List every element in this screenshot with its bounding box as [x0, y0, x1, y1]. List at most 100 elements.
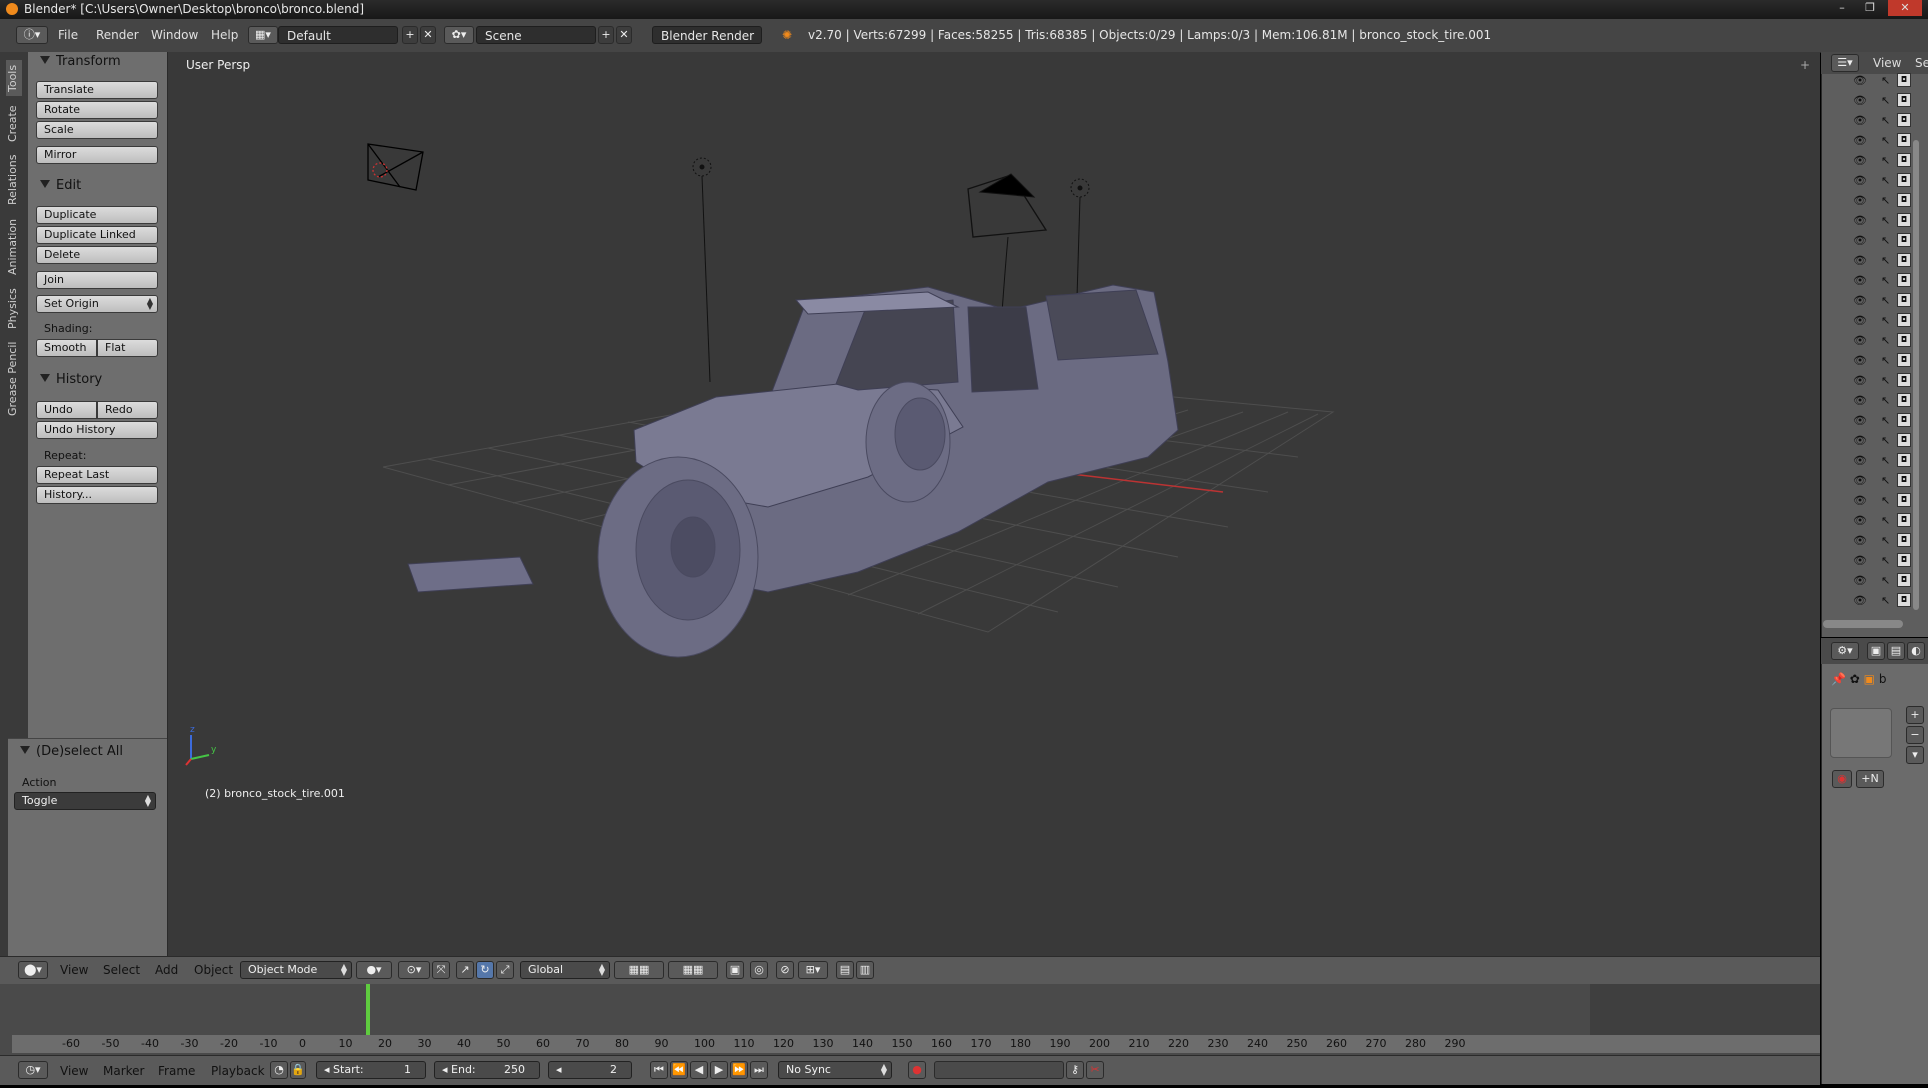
render-still-icon[interactable]: ▤	[836, 961, 854, 979]
menu-playback[interactable]: Playback	[211, 1064, 265, 1078]
render-camera-icon[interactable]: ◘	[1897, 333, 1911, 347]
render-camera-icon[interactable]: ◘	[1897, 513, 1911, 527]
remove-slot-icon[interactable]: −	[1906, 726, 1924, 744]
menu-view[interactable]: View	[60, 963, 88, 977]
tab-relations[interactable]: Relations	[6, 150, 22, 210]
visibility-eye-icon[interactable]: 👁	[1853, 374, 1867, 387]
select-cursor-icon[interactable]: ↖	[1881, 334, 1890, 347]
new-material-button[interactable]: +N	[1856, 770, 1884, 788]
material-preview[interactable]	[1830, 708, 1892, 758]
current-frame-line[interactable]	[366, 984, 370, 1036]
keying-set-field[interactable]	[934, 1061, 1064, 1079]
visibility-eye-icon[interactable]: 👁	[1853, 474, 1867, 487]
render-camera-icon[interactable]: ◘	[1897, 353, 1911, 367]
layout-field[interactable]: Default	[278, 26, 398, 44]
outliner-row[interactable]: 👁 ↖ ◘	[1843, 432, 1923, 452]
visibility-eye-icon[interactable]: 👁	[1853, 94, 1867, 107]
visibility-eye-icon[interactable]: 👁	[1853, 434, 1867, 447]
select-cursor-icon[interactable]: ↖	[1881, 314, 1890, 327]
outliner-row[interactable]: 👁 ↖ ◘	[1843, 372, 1923, 392]
scale-manipulator-icon[interactable]: ⤢	[496, 961, 514, 979]
lock-layers-icon[interactable]: ▣	[726, 961, 744, 979]
editor-type-properties-icon[interactable]: ⚙▾	[1831, 642, 1859, 660]
menu-view[interactable]: View	[60, 1064, 88, 1078]
rotate-button[interactable]: Rotate	[36, 101, 158, 119]
render-camera-icon[interactable]: ◘	[1897, 253, 1911, 267]
visibility-eye-icon[interactable]: 👁	[1853, 414, 1867, 427]
select-cursor-icon[interactable]: ↖	[1881, 174, 1890, 187]
delete-button[interactable]: Delete	[36, 246, 158, 264]
slot-specials-icon[interactable]: ▾	[1906, 746, 1924, 764]
select-cursor-icon[interactable]: ↖	[1881, 394, 1890, 407]
delete-keyframe-icon[interactable]: ✂	[1086, 1061, 1104, 1079]
add-slot-icon[interactable]: +	[1906, 706, 1924, 724]
select-cursor-icon[interactable]: ↖	[1881, 114, 1890, 127]
close-button[interactable]: ✕	[1888, 0, 1922, 16]
rotate-manipulator-icon[interactable]: ↻	[476, 961, 494, 979]
render-camera-icon[interactable]: ◘	[1897, 133, 1911, 147]
panel-header-edit[interactable]: Edit	[40, 178, 81, 193]
snap-toggle-icon[interactable]: ⊘	[776, 961, 794, 979]
select-cursor-icon[interactable]: ↖	[1881, 274, 1890, 287]
outliner-row[interactable]: 👁 ↖ ◘	[1843, 72, 1923, 92]
jump-start-icon[interactable]: ⏮	[650, 1061, 668, 1079]
menu-select[interactable]: Select	[103, 963, 140, 977]
render-camera-icon[interactable]: ◘	[1897, 433, 1911, 447]
outliner-row[interactable]: 👁 ↖ ◘	[1843, 492, 1923, 512]
pin-icon[interactable]: 📌	[1831, 672, 1846, 686]
outliner-row[interactable]: 👁 ↖ ◘	[1843, 552, 1923, 572]
render-camera-icon[interactable]: ◘	[1897, 573, 1911, 587]
outliner-row[interactable]: 👁 ↖ ◘	[1843, 352, 1923, 372]
visibility-eye-icon[interactable]: 👁	[1853, 154, 1867, 167]
panel-header-transform[interactable]: Transform	[40, 54, 121, 69]
menu-file[interactable]: File	[58, 28, 78, 42]
menu-frame[interactable]: Frame	[158, 1064, 195, 1078]
render-engine-select[interactable]: Blender Render	[652, 26, 762, 44]
undo-history-button[interactable]: Undo History	[36, 421, 158, 439]
render-camera-icon[interactable]: ◘	[1897, 293, 1911, 307]
record-icon[interactable]: ●	[908, 1061, 926, 1079]
maximize-button[interactable]: ❐	[1858, 0, 1882, 16]
history-button[interactable]: History...	[36, 486, 158, 504]
visibility-eye-icon[interactable]: 👁	[1853, 254, 1867, 267]
outliner-row[interactable]: 👁 ↖ ◘	[1843, 272, 1923, 292]
proportional-edit-icon[interactable]: ◎	[750, 961, 768, 979]
jump-key-forward-icon[interactable]: ⏩	[730, 1061, 748, 1079]
select-cursor-icon[interactable]: ↖	[1881, 554, 1890, 567]
menu-marker[interactable]: Marker	[103, 1064, 144, 1078]
scene-field[interactable]: Scene	[476, 26, 596, 44]
render-camera-icon[interactable]: ◘	[1897, 473, 1911, 487]
visibility-eye-icon[interactable]: 👁	[1853, 514, 1867, 527]
visibility-eye-icon[interactable]: 👁	[1853, 174, 1867, 187]
select-cursor-icon[interactable]: ↖	[1881, 594, 1890, 607]
snap-element-icon[interactable]: ⊞▾	[798, 961, 828, 979]
render-camera-icon[interactable]: ◘	[1897, 453, 1911, 467]
add-scene-icon[interactable]: +	[598, 26, 614, 44]
3d-viewport[interactable]: User Persp + z y (2) bronco_stock_tire.0…	[168, 52, 1820, 956]
scale-button[interactable]: Scale	[36, 121, 158, 139]
outliner-row[interactable]: 👁 ↖ ◘	[1843, 232, 1923, 252]
panel-header-operator[interactable]: (De)select All	[20, 744, 123, 759]
redo-button[interactable]: Redo	[97, 401, 158, 419]
editor-type-3dview-icon[interactable]: ⬤▾	[18, 961, 48, 979]
select-cursor-icon[interactable]: ↖	[1881, 254, 1890, 267]
panel-header-history[interactable]: History	[40, 372, 102, 387]
render-camera-icon[interactable]: ◘	[1897, 153, 1911, 167]
menu-help[interactable]: Help	[211, 28, 238, 42]
jump-end-icon[interactable]: ⏭	[750, 1061, 768, 1079]
render-camera-icon[interactable]: ◘	[1897, 313, 1911, 327]
render-camera-icon[interactable]: ◘	[1897, 533, 1911, 547]
outliner-row[interactable]: 👁 ↖ ◘	[1843, 512, 1923, 532]
select-cursor-icon[interactable]: ↖	[1881, 194, 1890, 207]
tab-physics[interactable]: Physics	[6, 284, 22, 334]
play-reverse-icon[interactable]: ◀	[690, 1061, 708, 1079]
render-camera-icon[interactable]: ◘	[1897, 173, 1911, 187]
tab-animation[interactable]: Animation	[6, 214, 22, 280]
sync-select[interactable]: No Sync ▲ ▼	[778, 1061, 892, 1079]
outliner-row[interactable]: 👁 ↖ ◘	[1843, 112, 1923, 132]
select-cursor-icon[interactable]: ↖	[1881, 494, 1890, 507]
outliner-row[interactable]: 👁 ↖ ◘	[1843, 152, 1923, 172]
render-camera-icon[interactable]: ◘	[1897, 593, 1911, 607]
duplicate-button[interactable]: Duplicate	[36, 206, 158, 224]
editor-type-outliner-icon[interactable]: ☰▾	[1831, 54, 1859, 72]
